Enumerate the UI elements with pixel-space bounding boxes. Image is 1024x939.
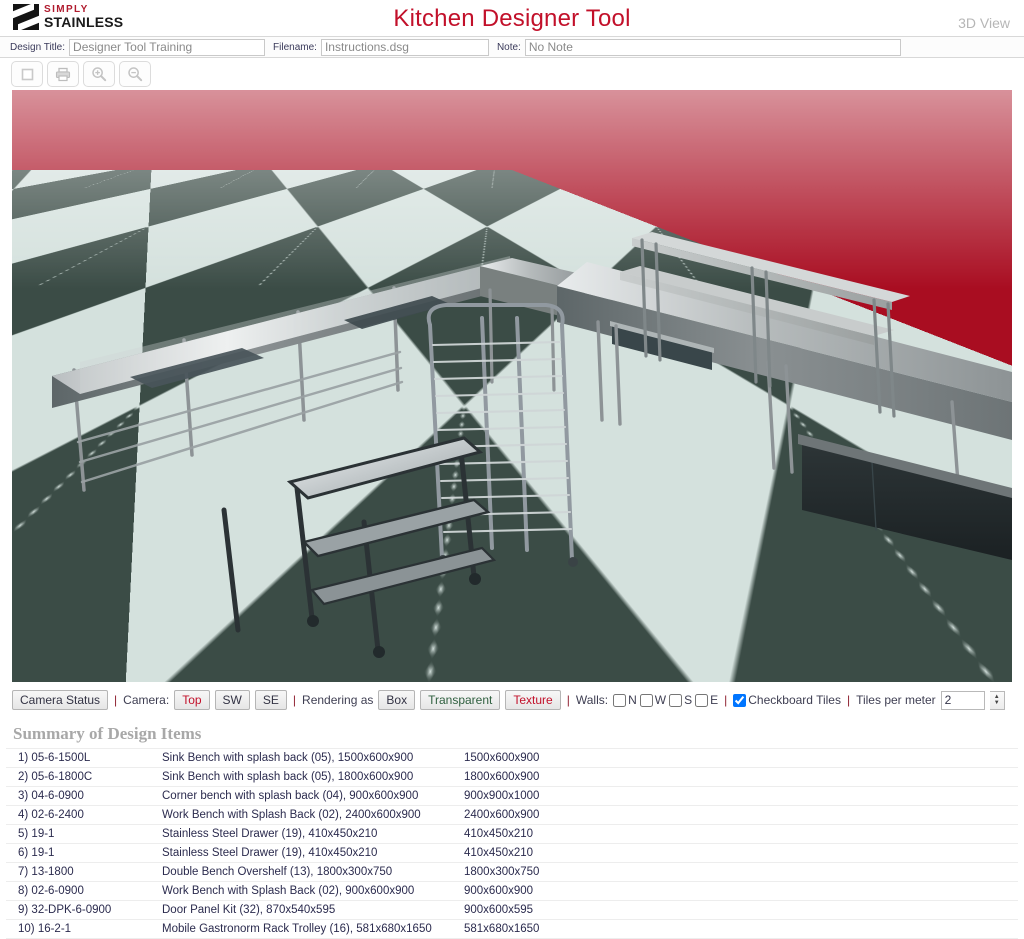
design-3d-viewport[interactable] (12, 90, 1012, 682)
camera-label: Camera: (123, 693, 169, 707)
tiles-per-meter-input[interactable] (941, 691, 985, 710)
page-title: Kitchen Designer Tool (0, 5, 1024, 33)
item-code: 3) 04-6-0900 (6, 787, 162, 806)
table-row[interactable]: 9) 32-DPK-6-0900 Door Panel Kit (32), 870… (6, 901, 1018, 920)
checkerboard-tiles-toggle[interactable]: Checkboard Tiles (733, 693, 841, 707)
render-transparent-button[interactable]: Transparent (420, 690, 500, 710)
separator: | (113, 693, 118, 707)
camera-top-button[interactable]: Top (174, 690, 209, 710)
walls-checkbox-group: N W S E (613, 693, 718, 707)
separator: | (566, 693, 571, 707)
item-code: 6) 19-1 (6, 844, 162, 863)
item-code: 7) 13-1800 (6, 863, 162, 882)
item-code: 10) 16-2-1 (6, 920, 162, 939)
zoom-out-button[interactable] (119, 61, 151, 87)
wall-east-label: E (710, 693, 718, 707)
table-row[interactable]: 5) 19-1 Stainless Steel Drawer (19), 410x… (6, 825, 1018, 844)
item-description: Sink Bench with splash back (05), 1800x6… (162, 768, 464, 787)
item-description: Stainless Steel Drawer (19), 410x450x210 (162, 825, 464, 844)
item-code: 4) 02-6-2400 (6, 806, 162, 825)
item-description: Stainless Steel Drawer (19), 410x450x210 (162, 844, 464, 863)
wall-east-checkbox[interactable] (695, 694, 708, 707)
new-document-button[interactable] (11, 61, 43, 87)
item-description: Sink Bench with splash back (05), 1500x6… (162, 749, 464, 768)
wall-south-checkbox[interactable] (669, 694, 682, 707)
wall-south-label: S (684, 693, 692, 707)
filename-input[interactable] (321, 39, 489, 56)
item-dimensions: 900x600x595 (464, 901, 1018, 920)
table-row[interactable]: 4) 02-6-2400 Work Bench with Splash Back … (6, 806, 1018, 825)
document-meta-bar: Design Title: Filename: Note: (0, 36, 1024, 58)
checkerboard-floor (12, 170, 1012, 682)
item-dimensions: 2400x600x900 (464, 806, 1018, 825)
note-label: Note: (493, 42, 521, 53)
chevron-down-icon[interactable]: ▼ (994, 700, 1000, 706)
item-code: 1) 05-6-1500L (6, 749, 162, 768)
printer-icon (55, 67, 71, 82)
item-description: Work Bench with Splash Back (02), 2400x6… (162, 806, 464, 825)
render-box-button[interactable]: Box (378, 690, 415, 710)
item-dimensions: 1800x300x750 (464, 863, 1018, 882)
design-title-label: Design Title: (6, 42, 65, 53)
item-dimensions: 1800x600x900 (464, 768, 1018, 787)
separator: | (292, 693, 297, 707)
wall-west-checkbox[interactable] (640, 694, 653, 707)
checkerboard-tiles-checkbox[interactable] (733, 694, 746, 707)
wall-west-label: W (655, 693, 666, 707)
render-texture-button[interactable]: Texture (505, 690, 560, 710)
item-description: Mobile Gastronorm Rack Trolley (16), 581… (162, 920, 464, 939)
table-row[interactable]: 8) 02-6-0900 Work Bench with Splash Back … (6, 882, 1018, 901)
tiles-per-meter-stepper[interactable]: ▲ ▼ (990, 691, 1005, 710)
item-description: Double Bench Overshelf (13), 1800x300x75… (162, 863, 464, 882)
item-code: 5) 19-1 (6, 825, 162, 844)
viewport-controls: Camera Status | Camera: Top SW SE | Rend… (12, 688, 1012, 712)
table-row[interactable]: 1) 05-6-1500L Sink Bench with splash back… (6, 749, 1018, 768)
app-header: SIMPLY STAINLESS Kitchen Designer Tool 3… (0, 0, 1024, 36)
item-description: Work Bench with Splash Back (02), 900x60… (162, 882, 464, 901)
zoom-in-button[interactable] (83, 61, 115, 87)
separator: | (723, 693, 728, 707)
wall-west-toggle[interactable]: W (640, 693, 666, 707)
wall-north-checkbox[interactable] (613, 694, 626, 707)
walls-label: Walls: (576, 693, 608, 707)
wall-north-label: N (628, 693, 637, 707)
camera-se-button[interactable]: SE (255, 690, 287, 710)
item-dimensions: 1500x600x900 (464, 749, 1018, 768)
rendering-label: Rendering as (302, 693, 373, 707)
zoom-in-icon (91, 66, 107, 82)
item-dimensions: 900x900x1000 (464, 787, 1018, 806)
camera-status-button[interactable]: Camera Status (12, 690, 108, 710)
tiles-per-meter-label: Tiles per meter (856, 693, 936, 707)
wall-east-toggle[interactable]: E (695, 693, 718, 707)
zoom-out-icon (127, 66, 143, 82)
item-code: 8) 02-6-0900 (6, 882, 162, 901)
item-description: Door Panel Kit (32), 870x540x595 (162, 901, 464, 920)
table-row[interactable]: 10) 16-2-1 Mobile Gastronorm Rack Trolley… (6, 920, 1018, 939)
camera-sw-button[interactable]: SW (215, 690, 250, 710)
wall-south-toggle[interactable]: S (669, 693, 692, 707)
item-dimensions: 410x450x210 (464, 825, 1018, 844)
table-row[interactable]: 3) 04-6-0900 Corner bench with splash bac… (6, 787, 1018, 806)
item-code: 2) 05-6-1800C (6, 768, 162, 787)
item-code: 9) 32-DPK-6-0900 (6, 901, 162, 920)
note-input[interactable] (525, 39, 901, 56)
separator: | (846, 693, 851, 707)
design-items-table: 1) 05-6-1500L Sink Bench with splash back… (6, 748, 1018, 939)
document-icon (20, 67, 35, 82)
item-dimensions: 410x450x210 (464, 844, 1018, 863)
checkerboard-tiles-label: Checkboard Tiles (748, 693, 841, 707)
summary-heading: Summary of Design Items (13, 724, 1024, 744)
print-button[interactable] (47, 61, 79, 87)
design-title-input[interactable] (69, 39, 265, 56)
table-row[interactable]: 7) 13-1800 Double Bench Overshelf (13), 1… (6, 863, 1018, 882)
wall-north-toggle[interactable]: N (613, 693, 637, 707)
item-dimensions: 900x600x900 (464, 882, 1018, 901)
view-mode-label: 3D View (958, 15, 1010, 31)
item-description: Corner bench with splash back (04), 900x… (162, 787, 464, 806)
icon-toolbar (0, 58, 1024, 90)
filename-label: Filename: (269, 42, 317, 53)
table-row[interactable]: 6) 19-1 Stainless Steel Drawer (19), 410x… (6, 844, 1018, 863)
item-dimensions: 581x680x1650 (464, 920, 1018, 939)
table-row[interactable]: 2) 05-6-1800C Sink Bench with splash back… (6, 768, 1018, 787)
